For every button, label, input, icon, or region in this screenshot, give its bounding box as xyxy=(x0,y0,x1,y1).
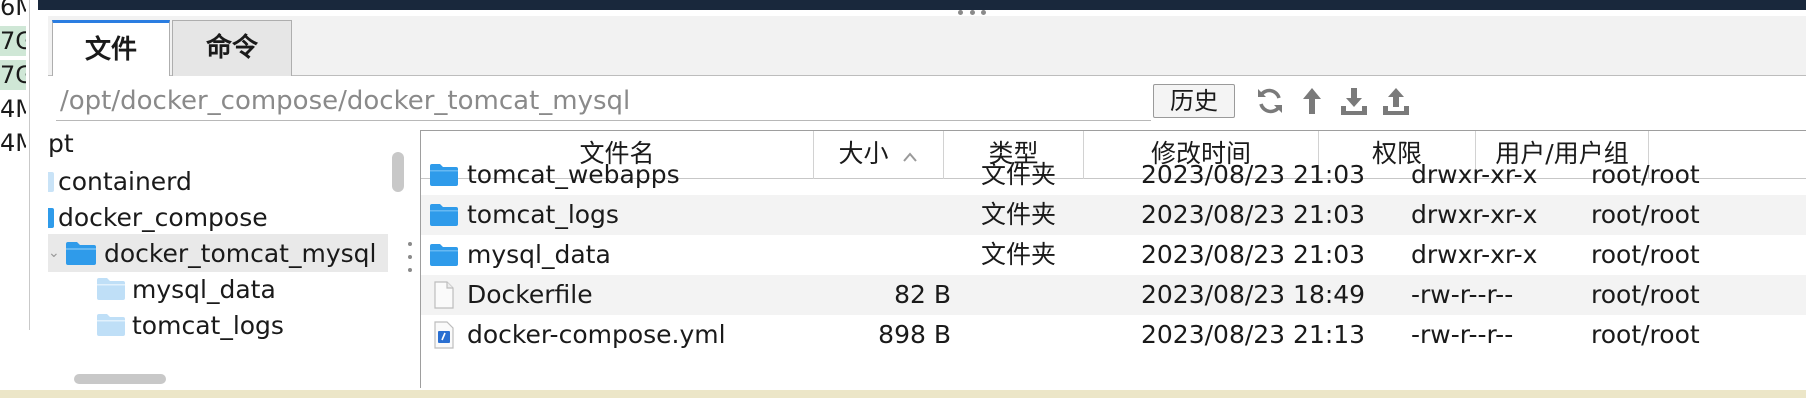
upload-icon[interactable] xyxy=(1380,84,1412,118)
file-name-cell: tomcat_webapps xyxy=(429,155,680,195)
directory-tree: pt containerd docker_compose ⌄ docker_to… xyxy=(48,126,388,386)
path-bar: /opt/docker_compose/docker_tomcat_mysql … xyxy=(48,76,1806,126)
table-row[interactable]: docker-compose.yml 898 B 2023/08/23 21:1… xyxy=(421,315,1806,355)
chevron-down-icon[interactable]: ⌄ xyxy=(48,245,62,261)
table-row[interactable]: Dockerfile 82 B 2023/08/23 18:49 -rw-r--… xyxy=(421,275,1806,315)
tree-item-label: containerd xyxy=(58,166,192,196)
file-icon xyxy=(434,281,454,309)
left-side-panel: 6M 7G 7G 4M 4M xyxy=(0,0,30,330)
file-name: tomcat_logs xyxy=(467,200,619,229)
folder-icon xyxy=(97,314,125,336)
file-permissions: -rw-r--r-- xyxy=(1411,320,1514,349)
tree-vertical-scrollbar[interactable] xyxy=(392,152,404,192)
file-name: tomcat_webapps xyxy=(467,160,680,189)
tree-item-docker-tomcat-mysql[interactable]: ⌄ docker_tomcat_mysql xyxy=(48,234,388,272)
file-owner: root/root xyxy=(1591,200,1700,229)
file-permissions: drwxr-xr-x xyxy=(1411,200,1538,229)
left-value: 7G xyxy=(0,60,26,90)
left-value: 4M xyxy=(0,95,26,123)
file-owner: root/root xyxy=(1591,160,1700,189)
file-modified: 2023/08/23 18:49 xyxy=(1141,280,1366,309)
path-underline xyxy=(56,120,1151,121)
tree-item-label: docker_compose xyxy=(58,202,268,232)
file-name: Dockerfile xyxy=(467,280,593,309)
tree-item-label: docker_tomcat_mysql xyxy=(104,238,377,268)
tree-item-label: pt xyxy=(48,128,74,158)
file-name-cell: mysql_data xyxy=(429,235,611,275)
folder-icon xyxy=(48,172,54,192)
file-name-cell: docker-compose.yml xyxy=(429,315,726,355)
file-size xyxy=(811,235,951,275)
tree-item-tomcat-logs[interactable]: tomcat_logs xyxy=(96,306,284,344)
tree-item[interactable]: pt xyxy=(48,126,74,162)
download-icon[interactable] xyxy=(1338,84,1370,118)
file-permissions: drwxr-xr-x xyxy=(1411,240,1538,269)
tree-item-label: mysql_data xyxy=(132,274,276,304)
folder-icon xyxy=(97,278,125,300)
tree-item-containerd[interactable]: containerd xyxy=(48,162,192,200)
path-input[interactable]: /opt/docker_compose/docker_tomcat_mysql xyxy=(60,84,630,118)
tab-commands[interactable]: 命令 xyxy=(172,20,292,76)
table-row[interactable]: tomcat_webapps 文件夹 2023/08/23 21:03 drwx… xyxy=(421,155,1806,195)
file-size xyxy=(811,155,951,195)
file-permissions: -rw-r--r-- xyxy=(1411,280,1514,309)
bottom-strip xyxy=(0,390,1806,398)
file-type xyxy=(981,315,1081,355)
folder-icon xyxy=(430,164,458,186)
tab-bar: 文件 命令 xyxy=(48,16,1806,77)
window-top-strip xyxy=(38,0,1806,10)
tree-item-docker-compose[interactable]: docker_compose xyxy=(48,198,268,236)
file-permissions: drwxr-xr-x xyxy=(1411,160,1538,189)
folder-icon xyxy=(48,208,54,228)
table-row[interactable]: mysql_data 文件夹 2023/08/23 21:03 drwxr-xr… xyxy=(421,235,1806,275)
file-type: 文件夹 xyxy=(981,200,1057,229)
file-owner: root/root xyxy=(1591,240,1700,269)
tree-item-label: tomcat_logs xyxy=(132,310,284,340)
left-value: 7G xyxy=(0,26,26,56)
folder-icon xyxy=(430,204,458,226)
file-modified: 2023/08/23 21:03 xyxy=(1141,160,1366,189)
file-name-cell: tomcat_logs xyxy=(429,195,619,235)
refresh-icon[interactable] xyxy=(1254,84,1286,118)
toolbar xyxy=(1254,84,1412,118)
tree-horizontal-scrollbar[interactable] xyxy=(74,374,166,384)
left-value: 4M xyxy=(0,129,26,157)
file-type: 文件夹 xyxy=(981,160,1057,189)
file-modified: 2023/08/23 21:03 xyxy=(1141,240,1366,269)
left-value: 6M xyxy=(0,0,26,21)
file-owner: root/root xyxy=(1591,280,1700,309)
file-modified: 2023/08/23 21:13 xyxy=(1141,320,1366,349)
folder-icon xyxy=(430,244,458,266)
file-name-cell: Dockerfile xyxy=(429,275,593,315)
file-owner: root/root xyxy=(1591,320,1700,349)
file-size: 82 B xyxy=(894,280,951,309)
file-size: 898 B xyxy=(878,320,951,349)
yml-file-icon xyxy=(434,321,454,349)
file-type: 文件夹 xyxy=(981,240,1057,269)
folder-icon xyxy=(66,242,96,265)
tree-item-mysql-data[interactable]: mysql_data xyxy=(96,270,276,308)
tab-files[interactable]: 文件 xyxy=(52,20,170,77)
file-size xyxy=(811,195,951,235)
file-name: docker-compose.yml xyxy=(467,320,726,349)
file-table: 文件名 大小 类型 修改时间 权限 用户/用户组 tomcat_webapps … xyxy=(420,130,1806,388)
table-row[interactable]: tomcat_logs 文件夹 2023/08/23 21:03 drwxr-x… xyxy=(421,195,1806,235)
file-modified: 2023/08/23 21:03 xyxy=(1141,200,1366,229)
file-name: mysql_data xyxy=(467,240,611,269)
upload-arrow-icon[interactable] xyxy=(1296,84,1328,118)
file-type xyxy=(981,275,1081,315)
pane-splitter[interactable] xyxy=(408,242,414,272)
history-button[interactable]: 历史 xyxy=(1153,84,1235,118)
